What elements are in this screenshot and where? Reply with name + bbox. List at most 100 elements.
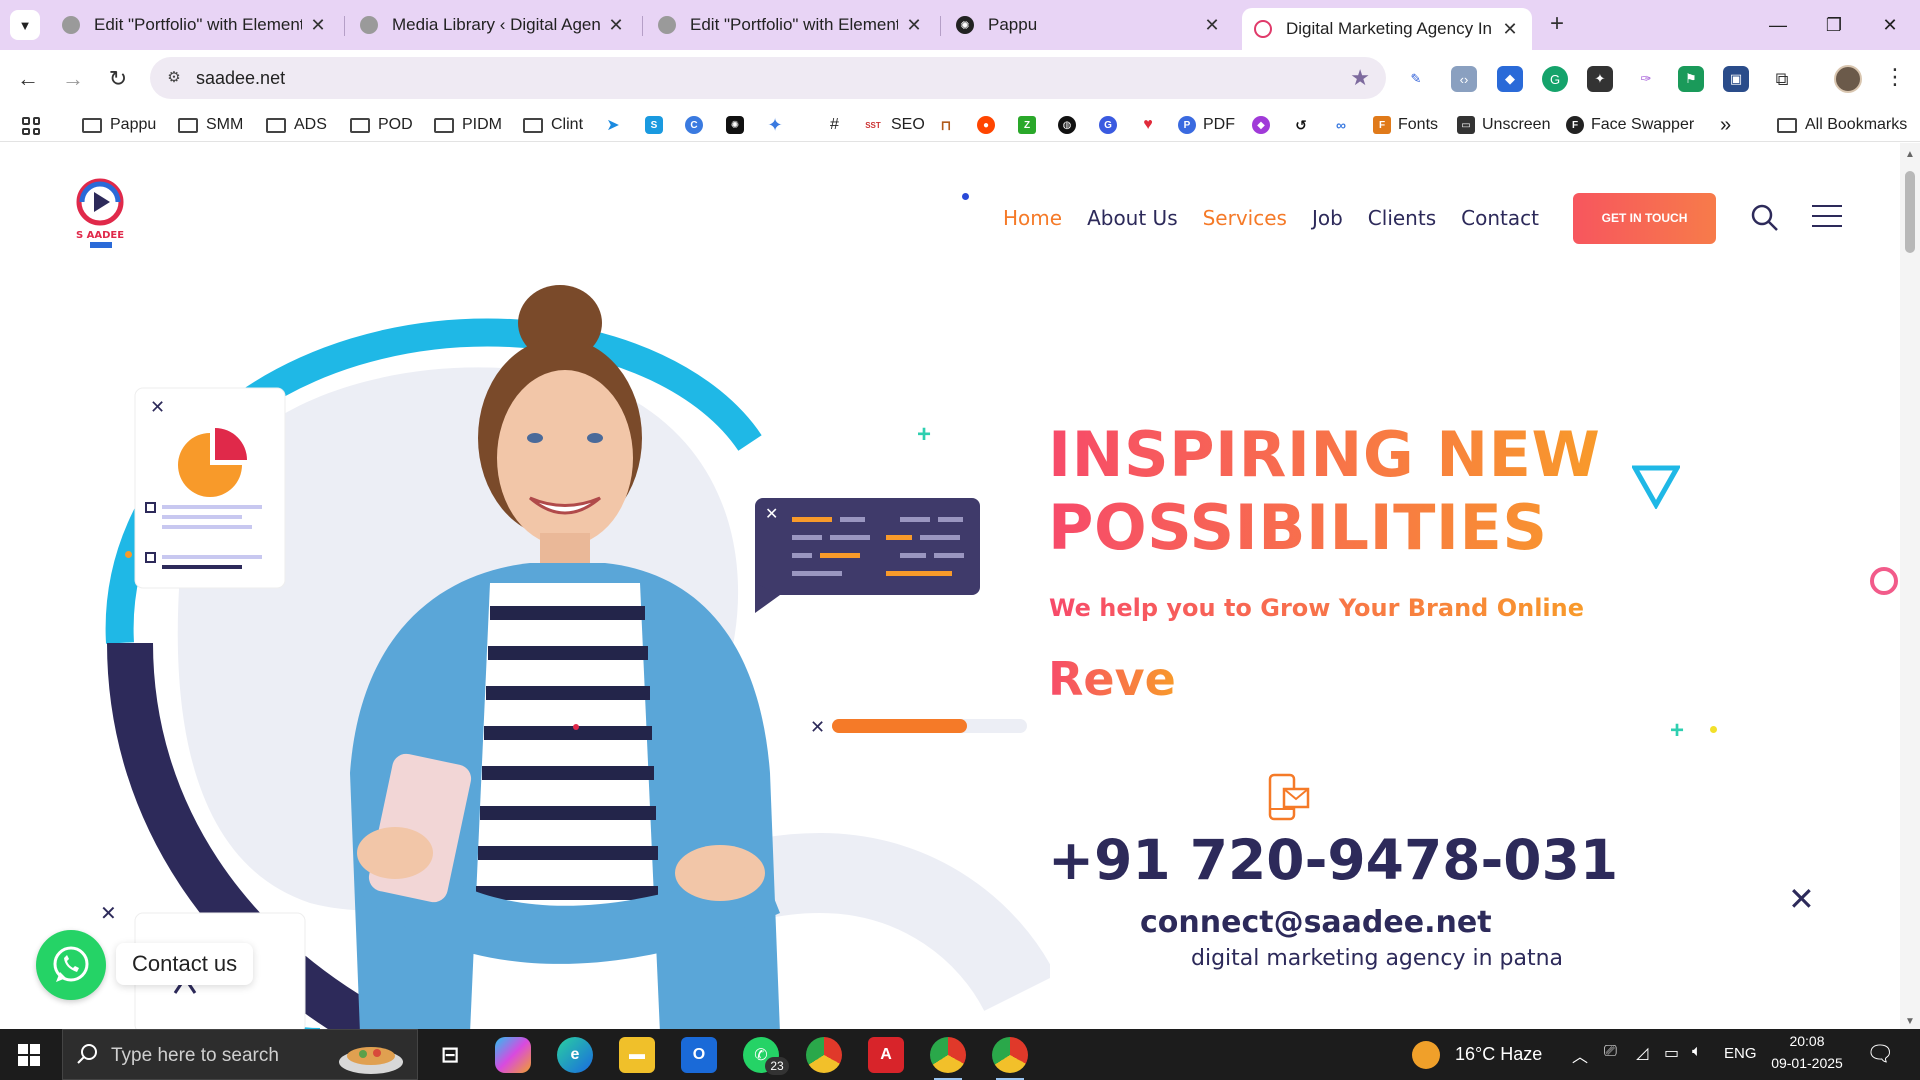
wifi-icon[interactable]: ◿: [1636, 1043, 1648, 1063]
clock-date[interactable]: 09-01-2025: [1765, 1055, 1849, 1071]
pen-extension-icon[interactable]: ✎: [1403, 66, 1429, 92]
bookmark-heart[interactable]: ♥: [1139, 114, 1164, 136]
address-bar[interactable]: ⚙ saadee.net ★: [150, 57, 1386, 99]
bookmark-pdf[interactable]: P PDF: [1178, 114, 1235, 136]
bookmark-folder-pod[interactable]: POD: [350, 114, 413, 136]
bookmark-star-icon[interactable]: ★: [1350, 65, 1370, 91]
chevron-up-icon[interactable]: ︿: [1572, 1043, 1588, 1067]
page-scrollbar[interactable]: ▲ ▼: [1900, 143, 1920, 1029]
search-icon[interactable]: [1750, 203, 1780, 233]
minimize-button[interactable]: —: [1755, 8, 1801, 42]
outlook-icon[interactable]: O: [681, 1037, 717, 1073]
browser-menu-icon[interactable]: ⋮: [1884, 64, 1906, 90]
nav-job[interactable]: Job: [1312, 206, 1343, 230]
volume-icon[interactable]: 🔈︎: [1692, 1043, 1702, 1061]
battery-icon[interactable]: ▭: [1664, 1043, 1679, 1063]
extensions-puzzle-icon[interactable]: ⧉: [1769, 66, 1795, 92]
code-extension-icon[interactable]: ‹›: [1451, 66, 1477, 92]
language-indicator[interactable]: ENG: [1724, 1045, 1757, 1062]
tab-2[interactable]: Media Library ‹ Digital Agency – ✕: [348, 8, 638, 42]
nav-services[interactable]: Services: [1203, 206, 1287, 230]
nav-clients[interactable]: Clients: [1368, 206, 1436, 230]
chrome-icon[interactable]: [806, 1037, 842, 1073]
whatsapp-button[interactable]: [36, 930, 106, 1000]
meet-now-icon[interactable]: ⎚: [1604, 1043, 1617, 1061]
back-button[interactable]: ←: [13, 64, 43, 94]
bookmark-g[interactable]: G: [1099, 114, 1124, 136]
profile-avatar[interactable]: [1834, 65, 1862, 93]
tag-extension-icon[interactable]: ◆: [1497, 66, 1523, 92]
copilot-icon[interactable]: [495, 1037, 531, 1073]
bookmark-chatgpt[interactable]: ✺: [726, 114, 751, 136]
edge-icon[interactable]: e: [557, 1037, 593, 1073]
scroll-down-icon[interactable]: ▼: [1905, 1016, 1915, 1027]
bookmark-folder-ads[interactable]: ADS: [266, 114, 327, 136]
whatsapp-contact-label[interactable]: Contact us: [116, 943, 254, 985]
file-explorer-icon[interactable]: ▬: [619, 1037, 655, 1073]
clock-time[interactable]: 20:08: [1765, 1033, 1849, 1049]
grammarly-extension-icon[interactable]: G: [1542, 66, 1568, 92]
bookmark-table[interactable]: ⊓: [937, 114, 962, 136]
ninja-extension-icon[interactable]: ✦: [1587, 66, 1613, 92]
bookmark-link[interactable]: ∞: [1332, 114, 1357, 136]
scroll-up-icon[interactable]: ▲: [1905, 149, 1915, 160]
bookmark-telegram[interactable]: ➤: [604, 114, 629, 136]
bookmark-fonts[interactable]: F Fonts: [1373, 114, 1438, 136]
task-view-icon[interactable]: ⊟: [432, 1037, 468, 1073]
bookmark-folder-pidm[interactable]: PIDM: [434, 114, 502, 136]
close-window-button[interactable]: ✕: [1867, 8, 1913, 42]
feather-extension-icon[interactable]: ✑: [1633, 66, 1659, 92]
chrome-profile-icon[interactable]: [930, 1037, 966, 1080]
reload-button[interactable]: ↻: [103, 64, 133, 94]
taskbar-search-box[interactable]: Type here to search: [62, 1029, 418, 1080]
tab-search-button[interactable]: ▼: [10, 10, 40, 40]
close-icon[interactable]: ✕: [1202, 15, 1222, 36]
bookmarks-overflow-button[interactable]: »: [1720, 114, 1731, 136]
chrome-profile-icon-2[interactable]: [992, 1037, 1028, 1080]
all-bookmarks[interactable]: All Bookmarks: [1777, 114, 1907, 136]
email-address[interactable]: connect@saadee.net: [1140, 905, 1492, 940]
whatsapp-close-icon[interactable]: ✕: [100, 901, 117, 926]
bookmark-hash[interactable]: #: [830, 114, 839, 136]
bookmark-skype[interactable]: S: [645, 114, 670, 136]
bookmark-folder-smm[interactable]: SMM: [178, 114, 243, 136]
notifications-icon[interactable]: 🗨︎: [1866, 1041, 1894, 1067]
close-icon[interactable]: ✕: [308, 15, 328, 36]
hamburger-menu-icon[interactable]: [1812, 205, 1842, 227]
tab-1[interactable]: Edit "Portfolio" with Elementor ✕: [50, 8, 340, 42]
bookmark-copilot[interactable]: ◆: [1252, 114, 1277, 136]
phone-number[interactable]: +91 720-9478-031: [1048, 828, 1618, 892]
weather-text[interactable]: 16°C Haze: [1455, 1044, 1542, 1065]
flag-extension-icon[interactable]: ⚑: [1678, 66, 1704, 92]
bookmark-z[interactable]: Z: [1018, 114, 1043, 136]
site-info-icon[interactable]: ⚙: [164, 68, 184, 88]
screen-extension-icon[interactable]: ▣: [1723, 66, 1749, 92]
close-icon[interactable]: ✕: [1500, 19, 1520, 40]
get-in-touch-button[interactable]: GET IN TOUCH: [1573, 193, 1716, 244]
weather-icon[interactable]: [1412, 1041, 1440, 1069]
bookmark-reddit[interactable]: ●: [977, 114, 1002, 136]
close-icon[interactable]: ✕: [606, 15, 626, 36]
restore-button[interactable]: ❐: [1811, 8, 1857, 42]
scroll-thumb[interactable]: [1905, 171, 1915, 253]
forward-button[interactable]: →: [58, 64, 88, 94]
bookmark-gemini[interactable]: ✦: [766, 114, 791, 136]
bookmark-folder-clint[interactable]: Clint: [523, 114, 583, 136]
bookmark-folder-pappu[interactable]: Pappu: [82, 114, 156, 136]
nav-contact[interactable]: Contact: [1461, 206, 1539, 230]
new-tab-button[interactable]: +: [1542, 10, 1572, 40]
windows-start-icon[interactable]: [18, 1044, 40, 1066]
bookmark-face-swapper[interactable]: F Face Swapper: [1566, 114, 1694, 136]
tab-3[interactable]: Edit "Portfolio" with Elementor ✕: [646, 8, 936, 42]
bookmark-seo[interactable]: SST SEO: [862, 114, 925, 136]
bookmark-swirl[interactable]: ↺: [1292, 114, 1317, 136]
tab-5-active[interactable]: Digital Marketing Agency In Pat ✕: [1242, 8, 1532, 50]
nav-about-us[interactable]: About Us: [1087, 206, 1178, 230]
bookmark-unscreen[interactable]: ▭ Unscreen: [1457, 114, 1550, 136]
close-icon[interactable]: ✕: [904, 15, 924, 36]
tab-4[interactable]: ✺ Pappu ✕: [944, 8, 1234, 42]
acrobat-icon[interactable]: A: [868, 1037, 904, 1073]
bookmark-canva[interactable]: C: [685, 114, 710, 136]
apps-grid-icon[interactable]: [22, 117, 40, 135]
bookmark-globe[interactable]: ◍: [1058, 114, 1083, 136]
